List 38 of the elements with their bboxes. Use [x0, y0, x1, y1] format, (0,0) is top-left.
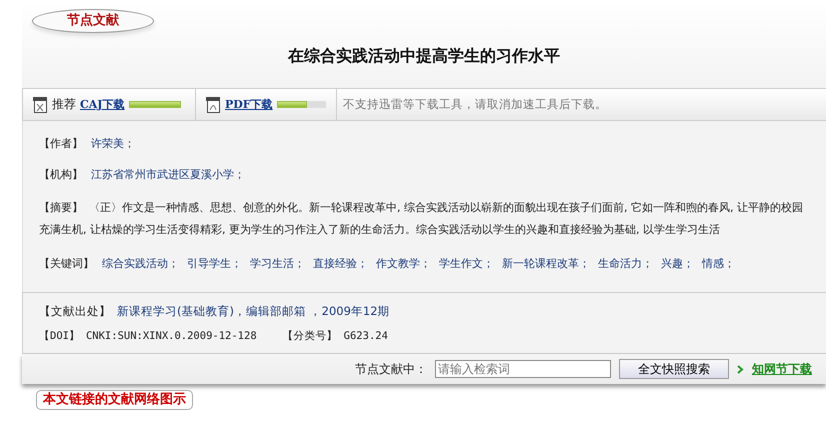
file-icon — [206, 96, 221, 112]
field-link[interactable]: 生命活力； — [598, 255, 653, 272]
field-link[interactable]: 学习生活； — [250, 255, 305, 272]
file-icon — [33, 96, 48, 112]
field-label: 【文献出处】 — [39, 303, 111, 320]
search-field[interactable]: 请输入检索词 — [435, 360, 611, 378]
recommend-label: 推荐 — [52, 96, 76, 113]
chevron-icon — [737, 364, 744, 374]
field-label: 【关键词】 — [39, 256, 94, 272]
article-title: 在综合实践活动中提高学生的习作水平 — [286, 46, 561, 67]
field-link[interactable]: 兴趣； — [661, 255, 694, 272]
field-label: 【分类号】 — [282, 329, 338, 344]
doi-value: CNKI:SUN:XINX.0.2009-12-128 — [86, 329, 257, 344]
download-link[interactable]: 知网节下载 — [752, 360, 812, 378]
download-note: 不支持迅雷等下载工具，请取消加速工具后下载。 — [342, 96, 607, 113]
field-link[interactable]: 学生作文； — [439, 255, 494, 272]
section-badge: 本文链接的文献网络图示 — [36, 390, 193, 410]
source-link[interactable]: 新课程学习(基础教育)，编辑部邮箱 ，2009年12期 — [117, 299, 390, 324]
class-value: G623.24 — [344, 329, 388, 344]
field-link[interactable]: 综合实践活动； — [102, 255, 179, 272]
field-link[interactable]: 情感； — [702, 255, 735, 272]
download-link[interactable]: PDF下载 — [225, 97, 273, 112]
field-link[interactable]: 新一轮课程改革； — [502, 255, 590, 272]
field-link[interactable]: 直接经验； — [313, 255, 368, 272]
download-link[interactable]: CAJ下载 — [80, 97, 124, 112]
field-link[interactable]: 作文教学； — [376, 255, 431, 272]
section-badge: 节点文献 — [32, 9, 154, 33]
download-meter — [128, 101, 180, 108]
field-link[interactable]: 许荣美； — [91, 135, 135, 152]
field-link[interactable]: 江苏省常州市武进区夏溪小学； — [91, 166, 245, 183]
search-button[interactable]: 全文快照搜索 — [619, 359, 729, 379]
download-meter — [276, 101, 326, 108]
search-label: 节点文献中： — [355, 360, 427, 378]
abstract-text: 【摘要】 〈正〉作文是一种情感、思想、创意的外化。新一轮课程改革中, 综合实践活动以崭新的面貌出现在孩子们面前, 它如一阵和煦的春风, 让平静的校园充满生机, 让枯燥的学习生活变得精彩, 更为学生的习作注入了新的生命活力。综合实践活动以学生的兴趣和直接经验为基础, 以学生学习生活 — [39, 200, 804, 238]
field-label: 【DOI】 — [39, 329, 80, 344]
field-label: 【作者】 — [39, 136, 83, 152]
field-label: 【机构】 — [39, 167, 83, 183]
field-link[interactable]: 引导学生； — [187, 255, 242, 272]
